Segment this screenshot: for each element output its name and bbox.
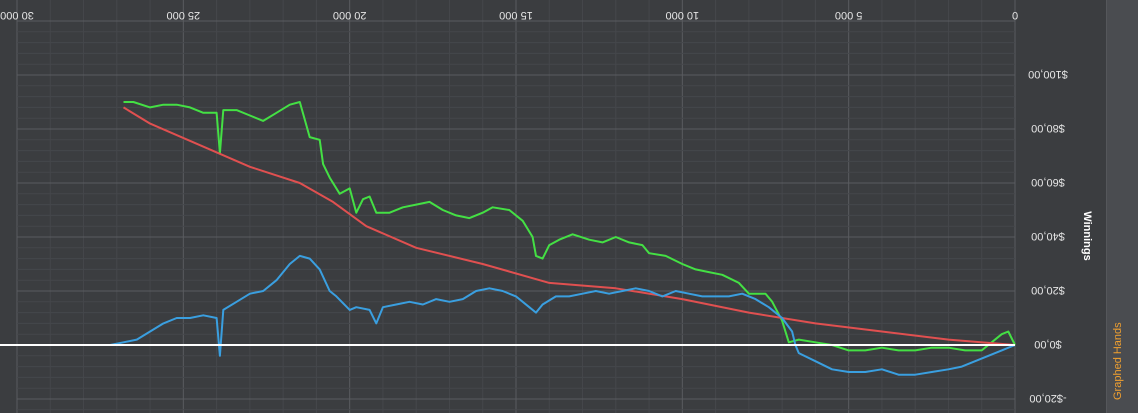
winnings-graph: 0 5 000 10 000 15 000 20 000 25 000 30 000 -$20… bbox=[0, 0, 1138, 413]
x-tick-label: 30 000 bbox=[0, 9, 34, 21]
y-tick-label: $20,00 bbox=[1031, 284, 1065, 296]
y-tick-label: -$20,00 bbox=[1029, 392, 1066, 404]
x-tick-label: 25 000 bbox=[167, 9, 201, 21]
x-tick-label: 20 000 bbox=[333, 9, 367, 21]
graphed-hands-tab[interactable]: Graphed Hands bbox=[1112, 300, 1132, 400]
y-tick-label: $80,00 bbox=[1031, 122, 1065, 134]
x-tick-label: 0 bbox=[1012, 9, 1018, 21]
y-tick-label: $40,00 bbox=[1031, 230, 1065, 242]
y-tick-label: $60,00 bbox=[1031, 176, 1065, 188]
y-tick-label: $100,00 bbox=[1028, 68, 1068, 80]
x-tick-label: 10 000 bbox=[666, 9, 700, 21]
x-tick-label: 15 000 bbox=[499, 9, 533, 21]
y-axis-title: Winnings bbox=[1081, 211, 1093, 260]
x-tick-label: 5 000 bbox=[835, 9, 863, 21]
y-tick-label: $0,00 bbox=[1034, 338, 1062, 350]
chart-root: 0 5 000 10 000 15 000 20 000 25 000 30 000 -$20… bbox=[0, 0, 1138, 413]
